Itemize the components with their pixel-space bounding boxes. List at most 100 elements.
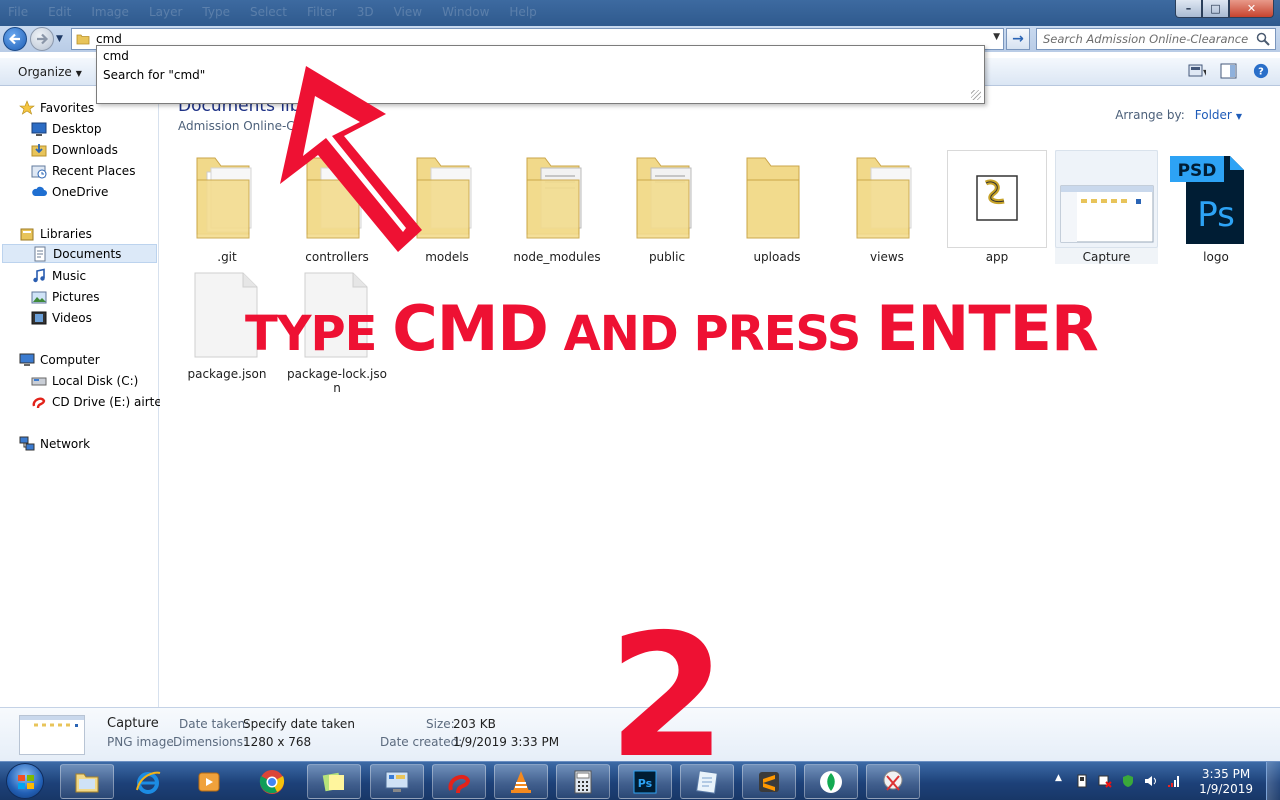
taskbar-control-panel[interactable] [370, 764, 424, 799]
autocomplete-item[interactable]: Search for "cmd" [103, 68, 205, 82]
show-desktop-button[interactable] [1266, 762, 1280, 800]
usb-icon[interactable] [1075, 774, 1089, 788]
nav-label: Music [52, 268, 87, 283]
search-icon[interactable] [1256, 32, 1270, 46]
address-dropdown-arrow[interactable]: ▼ [993, 32, 1000, 42]
title-bar: File Edit Image Layer Type Select Filter… [0, 0, 1280, 26]
svg-text:PSD: PSD [1178, 161, 1217, 181]
navigation-pane: Favorites Desktop Downloads Recent Place… [0, 87, 165, 707]
nav-label: Videos [52, 310, 92, 325]
taskbar-sublime-text[interactable] [742, 764, 796, 799]
taskbar-airtel[interactable] [432, 764, 486, 799]
taskbar-internet-explorer[interactable] [121, 764, 175, 799]
nav-music[interactable]: Music [31, 266, 86, 285]
svg-text:▼: ▼ [1203, 68, 1206, 77]
nav-computer[interactable]: Computer [19, 350, 100, 369]
search-input[interactable] [1043, 31, 1248, 47]
calculator-icon [574, 770, 592, 793]
taskbar-mongodb[interactable] [804, 764, 858, 799]
nav-desktop[interactable]: Desktop [31, 119, 102, 138]
nav-local-disk[interactable]: Local Disk (C:) [31, 371, 138, 390]
file-item[interactable]: public [617, 150, 717, 264]
signal-strength-icon[interactable] [1167, 774, 1181, 788]
annotation-step-number: 2 [608, 598, 727, 796]
autocomplete-item[interactable]: cmd [103, 49, 129, 63]
arrange-by: Arrange by: Folder ▼ [1115, 108, 1242, 122]
nav-recent-places[interactable]: Recent Places [31, 161, 135, 180]
script-file-icon [947, 150, 1047, 248]
security-alert-icon[interactable] [1098, 774, 1112, 788]
resize-grip[interactable] [971, 90, 981, 100]
show-hidden-icons-button[interactable]: ▲ [1055, 773, 1069, 787]
file-item[interactable]: uploads [727, 150, 827, 264]
preview-pane-icon[interactable] [1220, 63, 1238, 79]
taskbar-calculator[interactable] [556, 764, 610, 799]
change-view-icon[interactable]: ▼ [1188, 63, 1206, 79]
pictures-icon [31, 291, 47, 303]
file-item[interactable]: app [947, 150, 1047, 264]
ghost-menu-item: Help [509, 5, 537, 19]
nav-videos[interactable]: Videos [31, 308, 92, 327]
annotation-text-part: CMD [392, 292, 549, 365]
chevron-down-icon[interactable]: ▼ [1236, 112, 1242, 121]
taskbar-vlc[interactable] [494, 764, 548, 799]
help-icon[interactable]: ? [1252, 63, 1270, 79]
nav-pictures[interactable]: Pictures [31, 287, 100, 306]
volume-icon[interactable] [1144, 774, 1158, 788]
taskbar-file-explorer[interactable] [60, 764, 114, 799]
file-item[interactable]: .git [177, 150, 277, 264]
file-name: uploads [753, 250, 801, 264]
nav-cd-drive[interactable]: CD Drive (E:) airtel [31, 392, 165, 411]
forward-arrow-icon [37, 33, 49, 45]
taskbar-snipping-tool[interactable] [866, 764, 920, 799]
nav-libraries[interactable]: Libraries [19, 224, 92, 243]
file-item-selected[interactable]: Capture [1055, 150, 1158, 264]
start-button[interactable] [6, 763, 44, 799]
ghost-menu-item: Filter [307, 5, 337, 19]
taskbar-media-player[interactable] [182, 764, 236, 799]
taskbar-sticky-notes[interactable] [307, 764, 361, 799]
details-date-taken[interactable]: Specify date taken [243, 717, 355, 731]
file-item[interactable]: views [837, 150, 937, 264]
taskbar-chrome[interactable] [245, 764, 299, 799]
file-item[interactable]: node_modules [507, 150, 607, 264]
videos-icon [31, 311, 47, 324]
details-type: PNG image [107, 735, 174, 749]
nav-label: Recent Places [52, 163, 136, 178]
search-box[interactable] [1036, 28, 1276, 50]
file-name: logo [1203, 250, 1229, 264]
nav-label: Network [40, 436, 91, 451]
annotation-text-part: TYPE [245, 306, 393, 362]
annotation-text-part: ENTER [876, 292, 1099, 365]
go-button[interactable]: → [1006, 28, 1030, 50]
nav-downloads[interactable]: Downloads [31, 140, 118, 159]
nav-documents[interactable]: Documents [2, 244, 157, 263]
vlc-icon [511, 770, 531, 793]
downloads-icon [31, 143, 47, 156]
maximize-button[interactable]: □ [1202, 0, 1229, 18]
minimize-button[interactable]: – [1175, 0, 1202, 18]
organize-button[interactable]: Organize ▼ [18, 65, 82, 79]
nav-favorites[interactable]: Favorites [19, 98, 94, 117]
arrange-dropdown[interactable]: Folder [1195, 108, 1232, 122]
back-button[interactable] [3, 27, 27, 51]
nav-label: Documents [53, 246, 122, 261]
photoshop-file-icon: PSD Ps [1166, 150, 1266, 248]
forward-button[interactable] [30, 27, 54, 51]
airtel-icon [448, 774, 471, 793]
hard-drive-icon [31, 377, 47, 385]
file-item[interactable]: PSD Ps logo [1166, 150, 1266, 264]
recent-pages-dropdown[interactable]: ▼ [56, 34, 63, 44]
view-controls: ▼ ? [1188, 63, 1270, 79]
ghost-menu-item: 3D [356, 5, 374, 19]
nav-network[interactable]: Network [19, 434, 90, 453]
nav-onedrive[interactable]: OneDrive [31, 182, 108, 201]
nav-label: Favorites [40, 100, 95, 115]
clock[interactable]: 3:35 PM 1/9/2019 [1199, 767, 1253, 797]
system-tray: ▲ 3:35 PM 1/9/2019 [1050, 762, 1280, 800]
clock-date: 1/9/2019 [1199, 782, 1253, 796]
close-button[interactable]: ✕ [1229, 0, 1274, 18]
ghost-menu-item: Layer [148, 5, 183, 19]
sticky-notes-icon [322, 772, 344, 791]
defender-icon[interactable] [1121, 774, 1135, 788]
